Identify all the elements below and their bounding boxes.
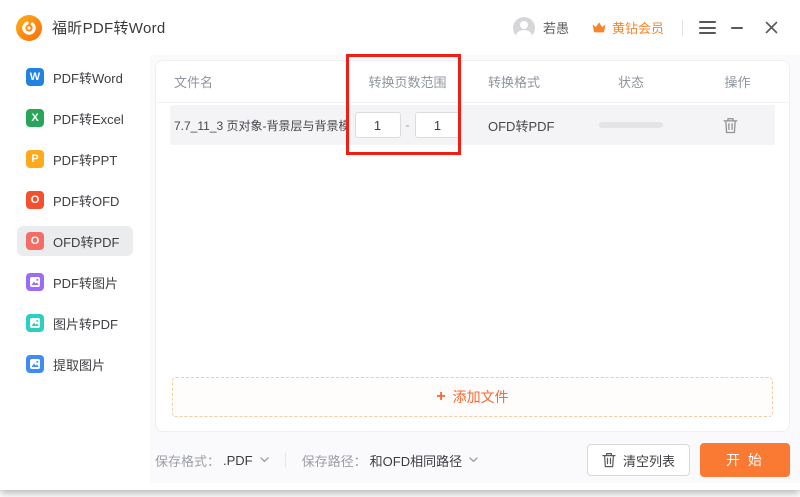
- table-row: 7.7_11_3 页对象-背景层与背景模板... - OFD转PDF: [170, 105, 775, 145]
- excel-icon: X: [26, 109, 44, 127]
- add-files-label: 添加文件: [452, 389, 509, 405]
- titlebar: 福昕PDF转Word 若愚 黄钻会员: [0, 0, 800, 55]
- status-cell: [576, 122, 686, 128]
- sidebar-item-label: PDF转Excel: [53, 111, 124, 127]
- progress-bar: [599, 122, 663, 128]
- chevron-down-icon: [469, 457, 478, 463]
- file-list-panel: 文件名 转换页数范围 转换格式 状态 操作 7.7_11_3 页对象-背景层与背…: [155, 60, 790, 432]
- image-icon: [26, 273, 44, 291]
- sidebar-item-label: 提取图片: [53, 357, 106, 373]
- header-page-range: 转换页数范围: [368, 75, 447, 90]
- plus-icon: +: [436, 388, 446, 405]
- add-files-button[interactable]: + 添加文件: [172, 377, 773, 417]
- sidebar-item-ofd-to-pdf[interactable]: O OFD转PDF: [17, 226, 133, 256]
- header-filename: 文件名: [174, 75, 214, 90]
- trash-icon: [602, 453, 616, 468]
- header-format: 转换格式: [488, 75, 541, 90]
- footer-divider: [284, 453, 286, 467]
- image-icon: [26, 355, 44, 373]
- crown-icon: [592, 22, 606, 33]
- save-format-dropdown[interactable]: 保存格式： .PDF: [155, 451, 269, 470]
- sidebar-item-label: PDF转OFD: [53, 193, 120, 209]
- ppt-icon: P: [26, 150, 44, 168]
- sidebar-item-extract-images[interactable]: 提取图片: [17, 349, 133, 379]
- clear-list-label: 清空列表: [622, 453, 675, 469]
- footer-bar: 保存格式： .PDF 保存路径： 和OFD相同路径 清空列表 开 始: [155, 437, 790, 483]
- menu-icon[interactable]: [699, 19, 716, 36]
- sidebar-item-label: 图片转PDF: [53, 316, 119, 332]
- page-range-cell: -: [349, 112, 466, 138]
- close-button[interactable]: [758, 15, 784, 41]
- file-name: 7.7_11_3 页对象-背景层与背景模板...: [174, 118, 349, 133]
- sidebar-item-image-to-pdf[interactable]: 图片转PDF: [17, 308, 133, 338]
- titlebar-right: 若愚 黄钻会员: [512, 15, 784, 41]
- sidebar-item-pdf-to-word[interactable]: W PDF转Word: [17, 62, 133, 92]
- titlebar-divider: [682, 19, 683, 36]
- minimize-button[interactable]: [724, 15, 750, 41]
- close-icon: [765, 21, 777, 34]
- sidebar-item-pdf-to-ofd[interactable]: O PDF转OFD: [17, 185, 133, 215]
- ofd-to-pdf-icon: O: [26, 232, 44, 250]
- username: 若愚: [542, 21, 569, 36]
- header-operation: 操作: [724, 75, 751, 90]
- page-from-input[interactable]: [354, 112, 401, 138]
- sidebar-item-label: OFD转PDF: [53, 234, 120, 250]
- vip-label: 黄钻会员: [611, 21, 664, 36]
- sidebar-item-label: PDF转PPT: [53, 152, 118, 168]
- avatar[interactable]: [512, 16, 535, 39]
- save-format-value: .PDF: [223, 452, 253, 468]
- trash-icon: [723, 117, 738, 133]
- conversion-format: OFD转PDF: [488, 118, 555, 134]
- start-button[interactable]: 开 始: [700, 443, 790, 477]
- save-path-value: 和OFD相同路径: [369, 453, 463, 469]
- save-path-label: 保存路径：: [301, 453, 367, 469]
- sidebar-item-pdf-to-ppt[interactable]: P PDF转PPT: [17, 144, 133, 174]
- image-icon: [26, 314, 44, 332]
- save-path-dropdown[interactable]: 保存路径： 和OFD相同路径: [302, 451, 478, 470]
- delete-row-button[interactable]: [723, 117, 738, 134]
- word-icon: W: [26, 68, 44, 86]
- range-separator: -: [405, 118, 410, 132]
- save-format-label: 保存格式：: [155, 453, 221, 469]
- sidebar-item-pdf-to-image[interactable]: PDF转图片: [17, 267, 133, 297]
- sidebar: W PDF转Word X PDF转Excel P PDF转PPT O PDF转O…: [0, 55, 150, 483]
- header-status: 状态: [617, 75, 644, 90]
- vip-membership[interactable]: 黄钻会员: [591, 18, 664, 37]
- app-title: 福昕PDF转Word: [52, 20, 166, 37]
- table-header: 文件名 转换页数范围 转换格式 状态 操作: [156, 61, 789, 103]
- page-to-input[interactable]: [414, 112, 461, 138]
- sidebar-item-label: PDF转图片: [53, 275, 119, 291]
- foxit-logo-icon: [16, 14, 42, 41]
- clear-list-button[interactable]: 清空列表: [586, 444, 690, 476]
- app-window: 福昕PDF转Word 若愚 黄钻会员 W PDF转Word X PDF转Exce…: [0, 0, 800, 490]
- sidebar-item-pdf-to-excel[interactable]: X PDF转Excel: [17, 103, 133, 133]
- chevron-down-icon: [259, 457, 269, 463]
- ofd-icon: O: [26, 191, 44, 209]
- sidebar-item-label: PDF转Word: [53, 70, 123, 86]
